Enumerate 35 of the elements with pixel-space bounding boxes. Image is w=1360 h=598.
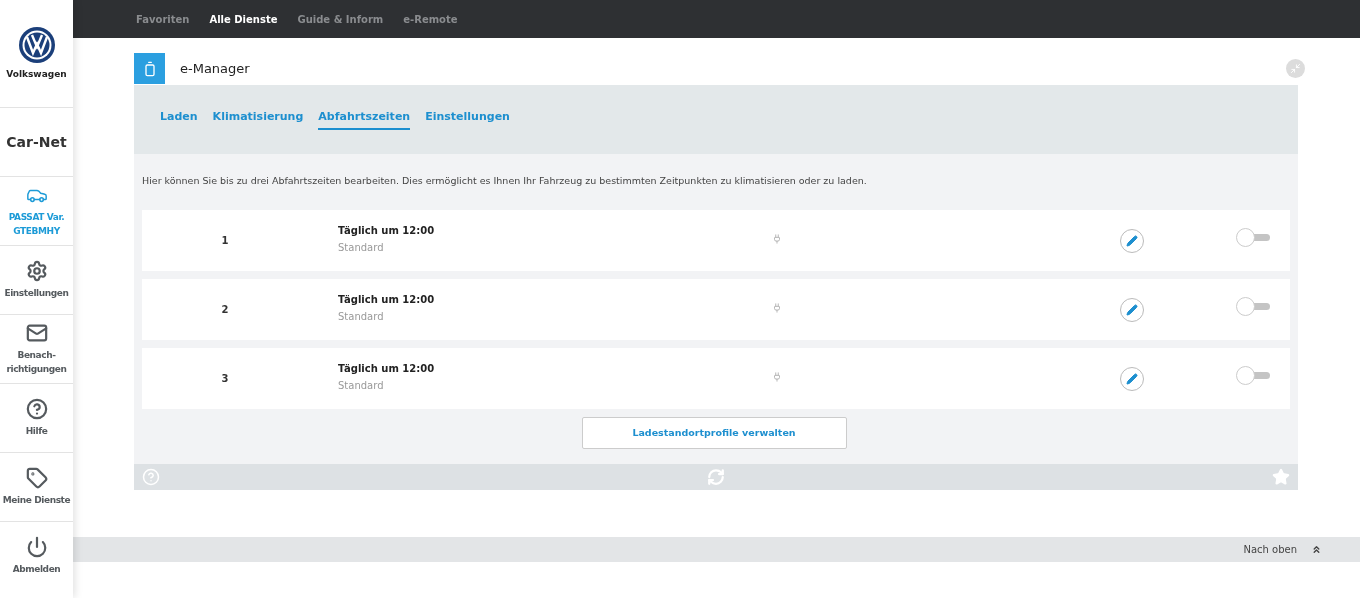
- tab[interactable]: Laden: [160, 109, 198, 130]
- sidebar-item[interactable]: Hilfe: [0, 383, 73, 452]
- nav-link[interactable]: Favoriten: [136, 11, 190, 27]
- sidebar-label: PASSAT Var. GTEBMHY: [7, 211, 66, 238]
- row-number: 3: [220, 372, 230, 386]
- row-number: 1: [220, 234, 230, 248]
- row-number: 2: [220, 303, 230, 317]
- app-title: Car-Net: [6, 132, 67, 152]
- sidebar-label: Meine Dienste: [1, 494, 72, 507]
- tab[interactable]: Klimatisierung: [212, 109, 304, 130]
- sidebar-label: Benach-richtigungen: [5, 349, 68, 376]
- sidebar-label: Hilfe: [24, 425, 49, 438]
- sidebar-item[interactable]: Benach-richtigungen: [0, 314, 73, 383]
- sidebar-item[interactable]: Meine Dienste: [0, 452, 73, 521]
- brand-name: Volkswagen: [6, 67, 67, 81]
- row-subtitle: Standard: [338, 309, 385, 324]
- sidebar-item[interactable]: Abmelden: [0, 521, 73, 590]
- nav-link[interactable]: Alle Dienste: [209, 11, 278, 27]
- nav-link[interactable]: e-Remote: [403, 11, 458, 27]
- sidebar-item[interactable]: PASSAT Var. GTEBMHY: [0, 176, 73, 245]
- description: Hier können Sie bis zu drei Abfahrtszeiten bearbeiten. Dies ermöglicht es Ihnen Ihr Fahrzeug zu bestimmten Zeitpunkten zu klimatisieren oder zu laden.: [141, 174, 868, 188]
- tab[interactable]: Abfahrtszeiten: [318, 109, 411, 130]
- manage-profiles-button[interactable]: Ladestandortprofile verwalten: [581, 417, 847, 449]
- row-title: Täglich um 12:00: [338, 223, 436, 238]
- sidebar-item[interactable]: Einstellungen: [0, 245, 73, 314]
- sidebar-label: Einstellungen: [3, 287, 70, 300]
- row-title: Täglich um 12:00: [338, 292, 436, 307]
- panel-title: e-Manager: [180, 59, 250, 78]
- back-to-top-link[interactable]: Nach oben: [1243, 542, 1297, 557]
- row-subtitle: Standard: [338, 240, 385, 255]
- tab[interactable]: Einstellungen: [425, 109, 510, 130]
- sidebar-label: Abmelden: [11, 563, 62, 576]
- row-title: Täglich um 12:00: [338, 361, 436, 376]
- row-subtitle: Standard: [338, 378, 385, 393]
- nav-link[interactable]: Guide & Inform: [297, 11, 384, 27]
